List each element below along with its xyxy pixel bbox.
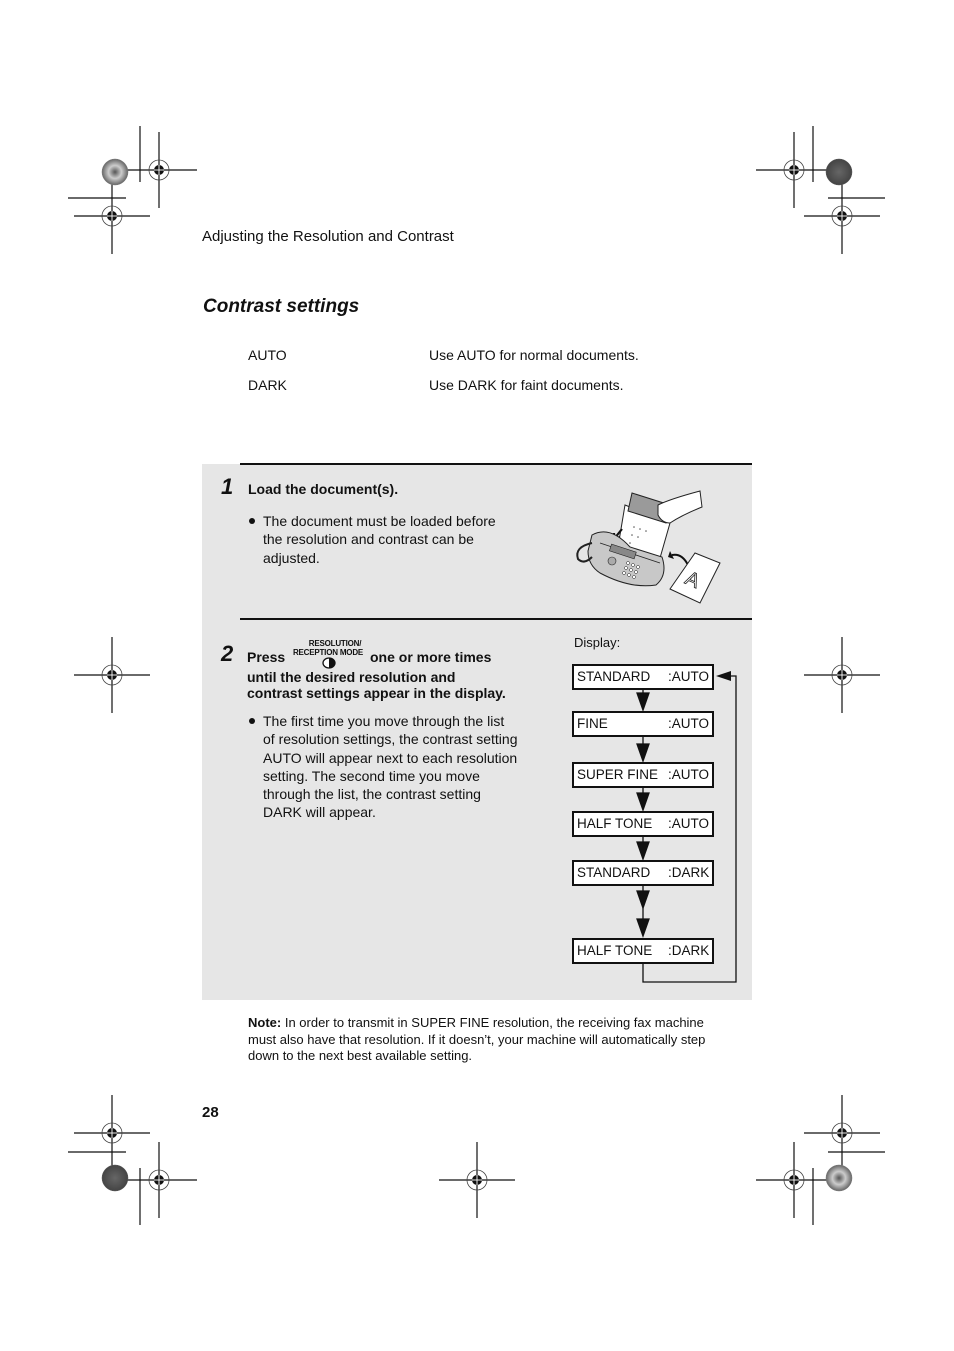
down-arrow-icon <box>636 792 650 812</box>
registration-mark-icon <box>803 636 881 714</box>
color-rosette-icon <box>101 1164 129 1192</box>
section-title: Contrast settings <box>203 296 360 317</box>
step-bullet-text: The document must be loaded before the r… <box>263 513 496 566</box>
key-label: RESOLUTION/ <box>308 639 362 648</box>
down-arrow-icon <box>636 918 650 938</box>
left-arrow-icon <box>716 671 731 681</box>
step-bullet-text: The first time you move through the list… <box>263 713 518 821</box>
setting-name: AUTO <box>248 347 287 363</box>
note-label: Note: <box>248 1015 282 1030</box>
note-text: In order to transmit in SUPER FINE resol… <box>248 1015 706 1063</box>
registration-mark-icon <box>755 1141 833 1219</box>
step-number: 1 <box>221 474 234 499</box>
color-rosette-icon <box>101 158 129 186</box>
step-heading-line: until the desired resolution and <box>247 669 456 685</box>
registration-mark-icon <box>120 1141 198 1219</box>
bullet-icon <box>249 518 255 524</box>
step-heading-after-key: one or more times <box>370 649 492 665</box>
bullet-icon <box>249 718 255 724</box>
setting-description: Use DARK for faint documents. <box>429 377 624 393</box>
resolution-reception-mode-key: RESOLUTION/ RECEPTION MODE <box>292 639 364 669</box>
registration-mark-icon <box>73 1094 151 1172</box>
registration-mark-icon <box>73 177 151 255</box>
note: Note: In order to transmit in SUPER FINE… <box>248 1015 733 1065</box>
down-arrow-icon <box>636 692 650 712</box>
display-label: Display: <box>574 635 621 650</box>
setting-description: Use AUTO for normal documents. <box>429 347 639 363</box>
key-label: RECEPTION MODE <box>292 648 364 657</box>
color-rosette-icon <box>825 158 853 186</box>
step-heading-press: Press <box>247 649 286 665</box>
registration-mark-icon <box>438 1141 516 1219</box>
step-number: 2 <box>221 641 234 666</box>
registration-mark-icon <box>803 1094 881 1172</box>
down-arrow-icon <box>636 841 650 861</box>
registration-mark-icon <box>73 636 151 714</box>
running-header: Adjusting the Resolution and Contrast <box>202 228 454 245</box>
divider <box>240 618 752 620</box>
setting-name: DARK <box>248 377 287 393</box>
registration-mark-icon <box>120 131 198 209</box>
step-heading-line: contrast settings appear in the display. <box>247 685 506 701</box>
registration-mark-icon <box>755 131 833 209</box>
display-flow-arrows <box>636 671 737 983</box>
round-key-icon <box>322 657 336 669</box>
divider <box>240 463 752 465</box>
down-arrow-icon <box>636 890 650 910</box>
down-arrow-icon <box>636 743 650 763</box>
registration-mark-icon <box>803 177 881 255</box>
fax-machine-loading-document-illustration: A <box>576 490 721 604</box>
step-heading: Load the document(s). <box>248 481 399 497</box>
page-number: 28 <box>202 1104 219 1121</box>
color-rosette-icon <box>825 1164 853 1192</box>
